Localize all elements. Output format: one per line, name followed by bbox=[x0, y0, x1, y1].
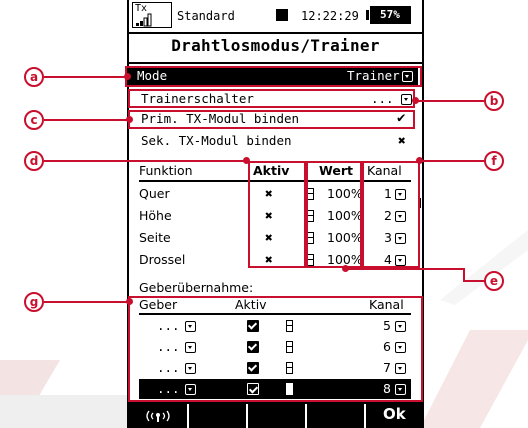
sek-bind-cross-icon: ✖ bbox=[398, 134, 406, 149]
callout-e: e bbox=[484, 271, 504, 291]
callout-f-dot bbox=[416, 157, 423, 164]
softkey-2[interactable] bbox=[189, 402, 246, 428]
highlight-mode bbox=[125, 66, 422, 87]
callout-b-line bbox=[416, 100, 484, 102]
sek-bind-label: Sek. TX-Modul binden bbox=[141, 133, 292, 148]
softkey-3[interactable] bbox=[248, 402, 305, 428]
highlight-aktiv-column bbox=[248, 161, 306, 268]
callout-d-line bbox=[44, 160, 246, 162]
highlight-geber-table bbox=[128, 296, 423, 402]
funktion-header: Funktion bbox=[139, 163, 193, 178]
title-divider bbox=[129, 62, 422, 64]
callout-g: g bbox=[24, 292, 44, 312]
callout-a: a bbox=[24, 67, 44, 87]
model-name: Standard bbox=[177, 9, 235, 23]
callout-f: f bbox=[484, 151, 504, 171]
callout-g-line bbox=[44, 301, 130, 303]
status-bar: Tx Standard 12:22:29 57% bbox=[129, 0, 422, 34]
highlight-trainerschalter bbox=[128, 89, 415, 108]
battery-percent: 57% bbox=[380, 8, 400, 21]
callout-c: c bbox=[24, 110, 44, 130]
callout-f-line bbox=[420, 160, 484, 162]
callout-e-dot bbox=[342, 265, 349, 272]
model-icon bbox=[276, 9, 288, 21]
clock: 12:22:29 bbox=[301, 9, 359, 23]
softkey-wireless[interactable] bbox=[129, 402, 187, 428]
callout-c-line bbox=[44, 119, 130, 121]
function-name: Höhe bbox=[139, 208, 172, 223]
battery-terminal bbox=[366, 10, 369, 20]
function-name: Seite bbox=[139, 230, 171, 245]
sek-bind-row[interactable]: Sek. TX-Modul binden ✖ bbox=[129, 132, 418, 149]
callout-b: b bbox=[484, 91, 504, 111]
callout-e-line bbox=[346, 268, 464, 270]
callout-e-line-h2 bbox=[463, 280, 485, 282]
page-title: Drahtlosmodus/Trainer bbox=[171, 36, 380, 55]
geber-section-label: Geberübernahme: bbox=[139, 280, 254, 295]
highlight-prim-bind bbox=[128, 110, 415, 129]
highlight-kanal-column bbox=[362, 161, 420, 268]
wireless-icon bbox=[146, 410, 170, 422]
tx-signal-indicator: Tx bbox=[132, 2, 172, 28]
signal-bars-icon bbox=[136, 13, 152, 27]
callout-g-dot bbox=[126, 298, 133, 305]
ok-button[interactable]: Ok bbox=[366, 402, 422, 428]
callout-a-dot bbox=[124, 73, 131, 80]
callout-c-dot bbox=[126, 116, 133, 123]
function-name: Quer bbox=[139, 186, 170, 201]
highlight-wert-column bbox=[306, 161, 362, 268]
softkey-4[interactable] bbox=[307, 402, 364, 428]
callout-a-line bbox=[44, 76, 128, 78]
callout-d: d bbox=[24, 151, 44, 171]
callout-b-dot bbox=[412, 97, 419, 104]
function-name: Drossel bbox=[139, 252, 186, 267]
battery-indicator: 57% bbox=[366, 6, 411, 24]
ok-label: Ok bbox=[383, 405, 406, 423]
callout-d-dot bbox=[243, 157, 250, 164]
